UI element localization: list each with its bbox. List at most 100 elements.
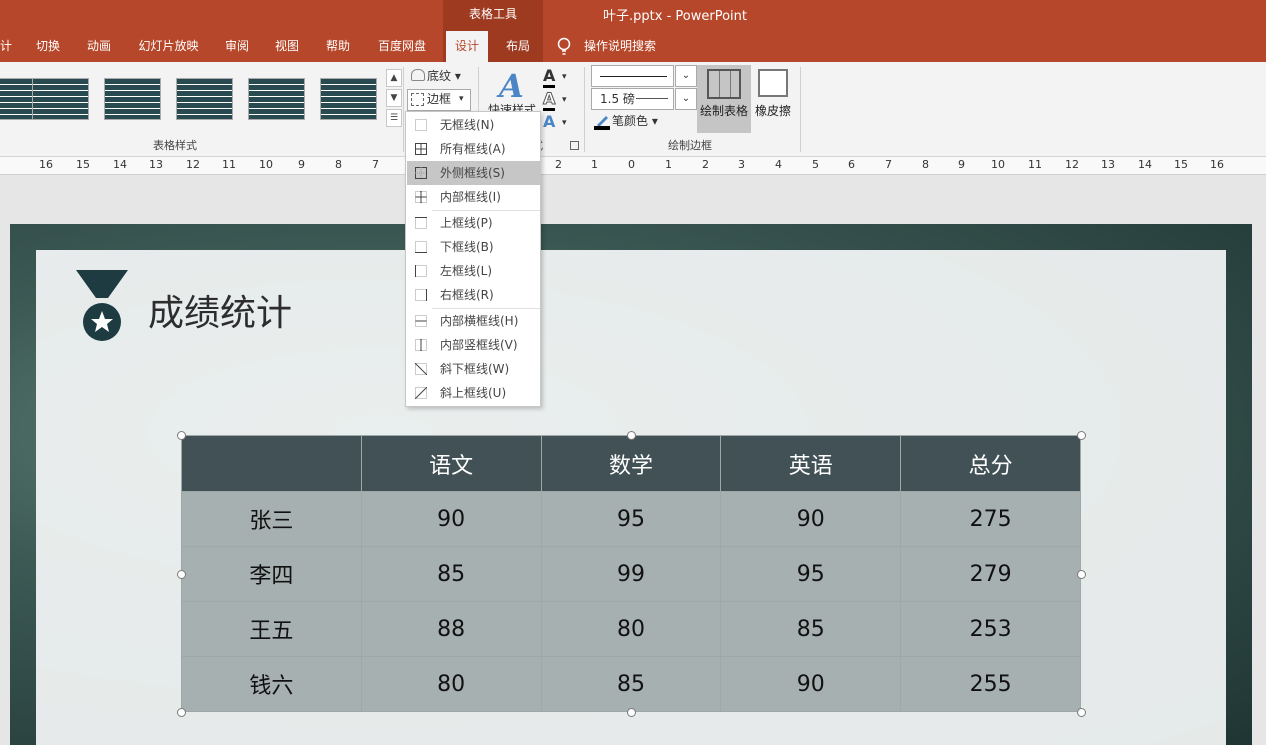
chevron-down-icon[interactable]: ⌄ bbox=[675, 88, 697, 110]
text-outline-icon[interactable]: A bbox=[542, 89, 556, 111]
all-borders-icon bbox=[415, 143, 427, 155]
table-cell[interactable]: 王五 bbox=[181, 601, 362, 657]
pen-weight-value: 1.5 磅 bbox=[600, 92, 635, 106]
table-row: 李四 85 99 95 279 bbox=[181, 546, 1081, 602]
tab-design[interactable]: 设计 bbox=[446, 31, 488, 62]
resize-handle[interactable] bbox=[627, 431, 636, 440]
tab-baidu-netdisk[interactable]: 百度网盘 bbox=[370, 31, 434, 62]
menu-item-diagonal-up-border[interactable]: 斜上框线(U) bbox=[407, 381, 540, 405]
table-header-cell[interactable]: 数学 bbox=[540, 435, 722, 492]
table-cell[interactable]: 255 bbox=[900, 656, 1081, 712]
resize-handle[interactable] bbox=[627, 708, 636, 717]
pen-color-icon bbox=[594, 116, 610, 130]
text-fill-icon[interactable]: A bbox=[543, 66, 556, 88]
table-header-cell[interactable]: 英语 bbox=[720, 435, 902, 492]
table-cell[interactable]: 90 bbox=[720, 656, 902, 712]
gallery-scroll-up-button[interactable]: ▲ bbox=[386, 69, 402, 87]
menu-item-diagonal-down-border[interactable]: 斜下框线(W) bbox=[407, 357, 540, 381]
top-border-icon bbox=[415, 217, 427, 229]
tab-layout[interactable]: 布局 bbox=[498, 31, 538, 62]
ruler-label: 14 bbox=[1138, 158, 1152, 171]
table-style-thumb[interactable] bbox=[32, 78, 89, 120]
tab-cut[interactable]: 计 bbox=[0, 31, 16, 62]
resize-handle[interactable] bbox=[1077, 570, 1086, 579]
menu-item-outside-borders[interactable]: 外侧框线(S) bbox=[407, 161, 540, 185]
menu-item-bottom-border[interactable]: 下框线(B) bbox=[407, 235, 540, 259]
horizontal-ruler[interactable]: 16 15 14 13 12 11 10 9 8 7 6 5 4 3 2 1 0… bbox=[0, 157, 1266, 175]
text-outline-dropdown-arrow[interactable]: ▾ bbox=[562, 90, 567, 110]
tab-help[interactable]: 帮助 bbox=[319, 31, 357, 62]
borders-dropdown-arrow[interactable]: ▾ bbox=[459, 89, 464, 109]
table-cell[interactable]: 90 bbox=[360, 491, 542, 547]
text-effects-dropdown-arrow[interactable]: ▾ bbox=[562, 113, 567, 133]
tab-view[interactable]: 视图 bbox=[268, 31, 306, 62]
table-cell[interactable]: 275 bbox=[900, 491, 1081, 547]
diagonal-down-border-icon bbox=[415, 363, 427, 375]
menu-item-left-border[interactable]: 左框线(L) bbox=[407, 259, 540, 283]
eraser-icon[interactable] bbox=[758, 69, 788, 97]
ruler-label: 0 bbox=[628, 158, 635, 171]
ruler-label: 11 bbox=[1028, 158, 1042, 171]
tab-transitions[interactable]: 切换 bbox=[28, 31, 68, 62]
table-header-cell[interactable]: 语文 bbox=[360, 435, 542, 492]
menu-item-all-borders[interactable]: 所有框线(A) bbox=[407, 137, 540, 161]
score-table[interactable]: 语文 数学 英语 总分 张三 90 95 90 275 李四 85 99 95 … bbox=[181, 435, 1081, 712]
menu-item-label: 所有框线(A) bbox=[440, 142, 506, 156]
dialog-launcher-icon[interactable] bbox=[570, 141, 579, 150]
ruler-label: 16 bbox=[39, 158, 53, 171]
tab-animations[interactable]: 动画 bbox=[80, 31, 118, 62]
chevron-down-icon[interactable]: ⌄ bbox=[675, 65, 697, 87]
table-cell[interactable]: 80 bbox=[360, 656, 542, 712]
table-cell[interactable]: 85 bbox=[720, 601, 902, 657]
text-fill-dropdown-arrow[interactable]: ▾ bbox=[562, 67, 567, 87]
table-cell[interactable]: 95 bbox=[720, 546, 902, 602]
table-cell[interactable]: 253 bbox=[900, 601, 1081, 657]
table-header-cell[interactable] bbox=[181, 435, 362, 492]
text-effects-icon[interactable]: A bbox=[543, 112, 555, 131]
menu-item-inside-borders[interactable]: 内部框线(I) bbox=[407, 185, 540, 209]
gallery-scroll-down-button[interactable]: ▼ bbox=[386, 89, 402, 107]
ruler-label: 2 bbox=[555, 158, 562, 171]
shading-button[interactable]: 底纹 ▾ bbox=[427, 66, 461, 86]
table-cell[interactable]: 李四 bbox=[181, 546, 362, 602]
table-cell[interactable]: 张三 bbox=[181, 491, 362, 547]
menu-item-no-border[interactable]: 无框线(N) bbox=[407, 113, 540, 137]
resize-handle[interactable] bbox=[177, 708, 186, 717]
table-cell[interactable]: 95 bbox=[540, 491, 722, 547]
table-cell[interactable]: 钱六 bbox=[181, 656, 362, 712]
table-cell[interactable]: 85 bbox=[540, 656, 722, 712]
tell-me-search[interactable]: 操作说明搜索 bbox=[584, 31, 656, 62]
menu-item-top-border[interactable]: 上框线(P) bbox=[407, 211, 540, 235]
table-style-thumb[interactable] bbox=[104, 78, 161, 120]
gallery-more-button[interactable]: ☰ bbox=[386, 109, 402, 127]
tab-slideshow[interactable]: 幻灯片放映 bbox=[131, 31, 206, 62]
table-cell[interactable]: 80 bbox=[540, 601, 722, 657]
table-cell[interactable]: 85 bbox=[360, 546, 542, 602]
table-styles-group-label: 表格样式 bbox=[153, 139, 197, 152]
ruler-label: 8 bbox=[922, 158, 929, 171]
menu-item-inside-vertical-border[interactable]: 内部竖框线(V) bbox=[407, 333, 540, 357]
table-cell[interactable]: 99 bbox=[540, 546, 722, 602]
table-style-thumb[interactable] bbox=[248, 78, 305, 120]
table-style-thumb[interactable] bbox=[320, 78, 377, 120]
menu-item-inside-horizontal-border[interactable]: 内部横框线(H) bbox=[407, 309, 540, 333]
table-cell[interactable]: 279 bbox=[900, 546, 1081, 602]
inside-borders-icon bbox=[415, 191, 427, 203]
slide-title[interactable]: 成绩统计 bbox=[148, 284, 292, 336]
ruler-label: 12 bbox=[1065, 158, 1079, 171]
ruler-label: 14 bbox=[113, 158, 127, 171]
table-style-thumb[interactable] bbox=[176, 78, 233, 120]
resize-handle[interactable] bbox=[1077, 708, 1086, 717]
resize-handle[interactable] bbox=[1077, 431, 1086, 440]
ruler-label: 3 bbox=[738, 158, 745, 171]
table-cell[interactable]: 90 bbox=[720, 491, 902, 547]
table-cell[interactable]: 88 bbox=[360, 601, 542, 657]
table-header-cell[interactable]: 总分 bbox=[900, 435, 1081, 492]
menu-item-right-border[interactable]: 右框线(R) bbox=[407, 283, 540, 307]
pen-color-button[interactable]: 笔颜色 ▾ bbox=[612, 112, 658, 129]
eraser-button[interactable]: 橡皮擦 bbox=[751, 102, 795, 119]
tab-review[interactable]: 审阅 bbox=[218, 31, 256, 62]
resize-handle[interactable] bbox=[177, 570, 186, 579]
resize-handle[interactable] bbox=[177, 431, 186, 440]
ruler-label: 1 bbox=[591, 158, 598, 171]
